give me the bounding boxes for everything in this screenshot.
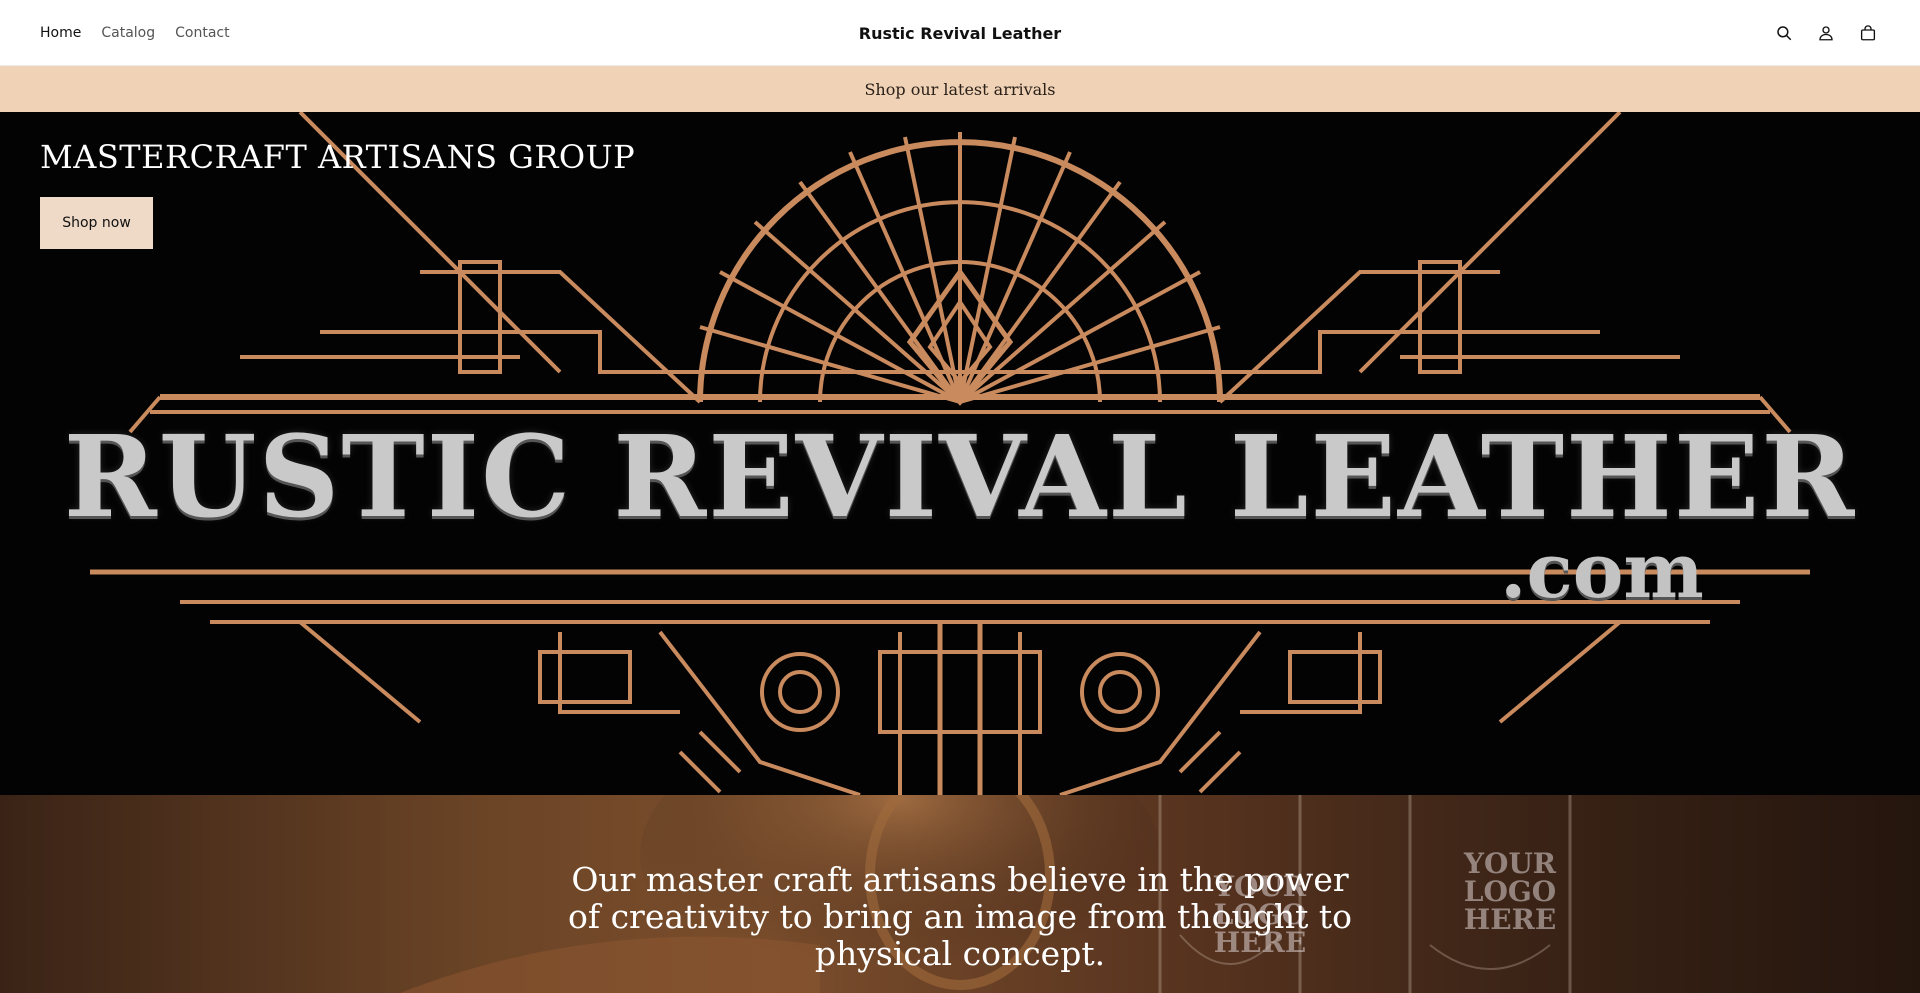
search-icon[interactable] <box>1772 21 1796 45</box>
announcement-text: Shop our latest arrivals <box>864 79 1056 99</box>
story-section: YOUR LOGO HERE YOUR LOGO HERE Our master… <box>0 795 1920 993</box>
brand-name[interactable]: Rustic Revival Leather <box>0 0 1920 66</box>
nav-catalog[interactable]: Catalog <box>101 25 155 41</box>
account-icon[interactable] <box>1814 21 1838 45</box>
hero-banner: RUSTIC REVIVAL LEATHER .com MASTERCRAFT … <box>0 112 1920 795</box>
shop-now-button[interactable]: Shop now <box>40 197 153 249</box>
nav-home[interactable]: Home <box>40 25 81 41</box>
hero-logo-wordmark: RUSTIC REVIVAL LEATHER <box>63 411 1857 543</box>
nav-contact[interactable]: Contact <box>175 25 229 41</box>
site-header: Home Catalog Contact Rustic Revival Leat… <box>0 0 1920 66</box>
hero-logo-suffix: .com <box>1500 526 1704 615</box>
story-text: Our master craft artisans believe in the… <box>568 860 1352 973</box>
glass-logo-placeholder-2: YOUR LOGO HERE <box>1463 847 1557 936</box>
header-icons <box>1772 0 1880 66</box>
cart-icon[interactable] <box>1856 21 1880 45</box>
announcement-bar[interactable]: Shop our latest arrivals <box>0 66 1920 112</box>
hero-heading: MASTERCRAFT ARTISANS GROUP <box>40 138 636 176</box>
main-nav: Home Catalog Contact <box>40 0 250 66</box>
